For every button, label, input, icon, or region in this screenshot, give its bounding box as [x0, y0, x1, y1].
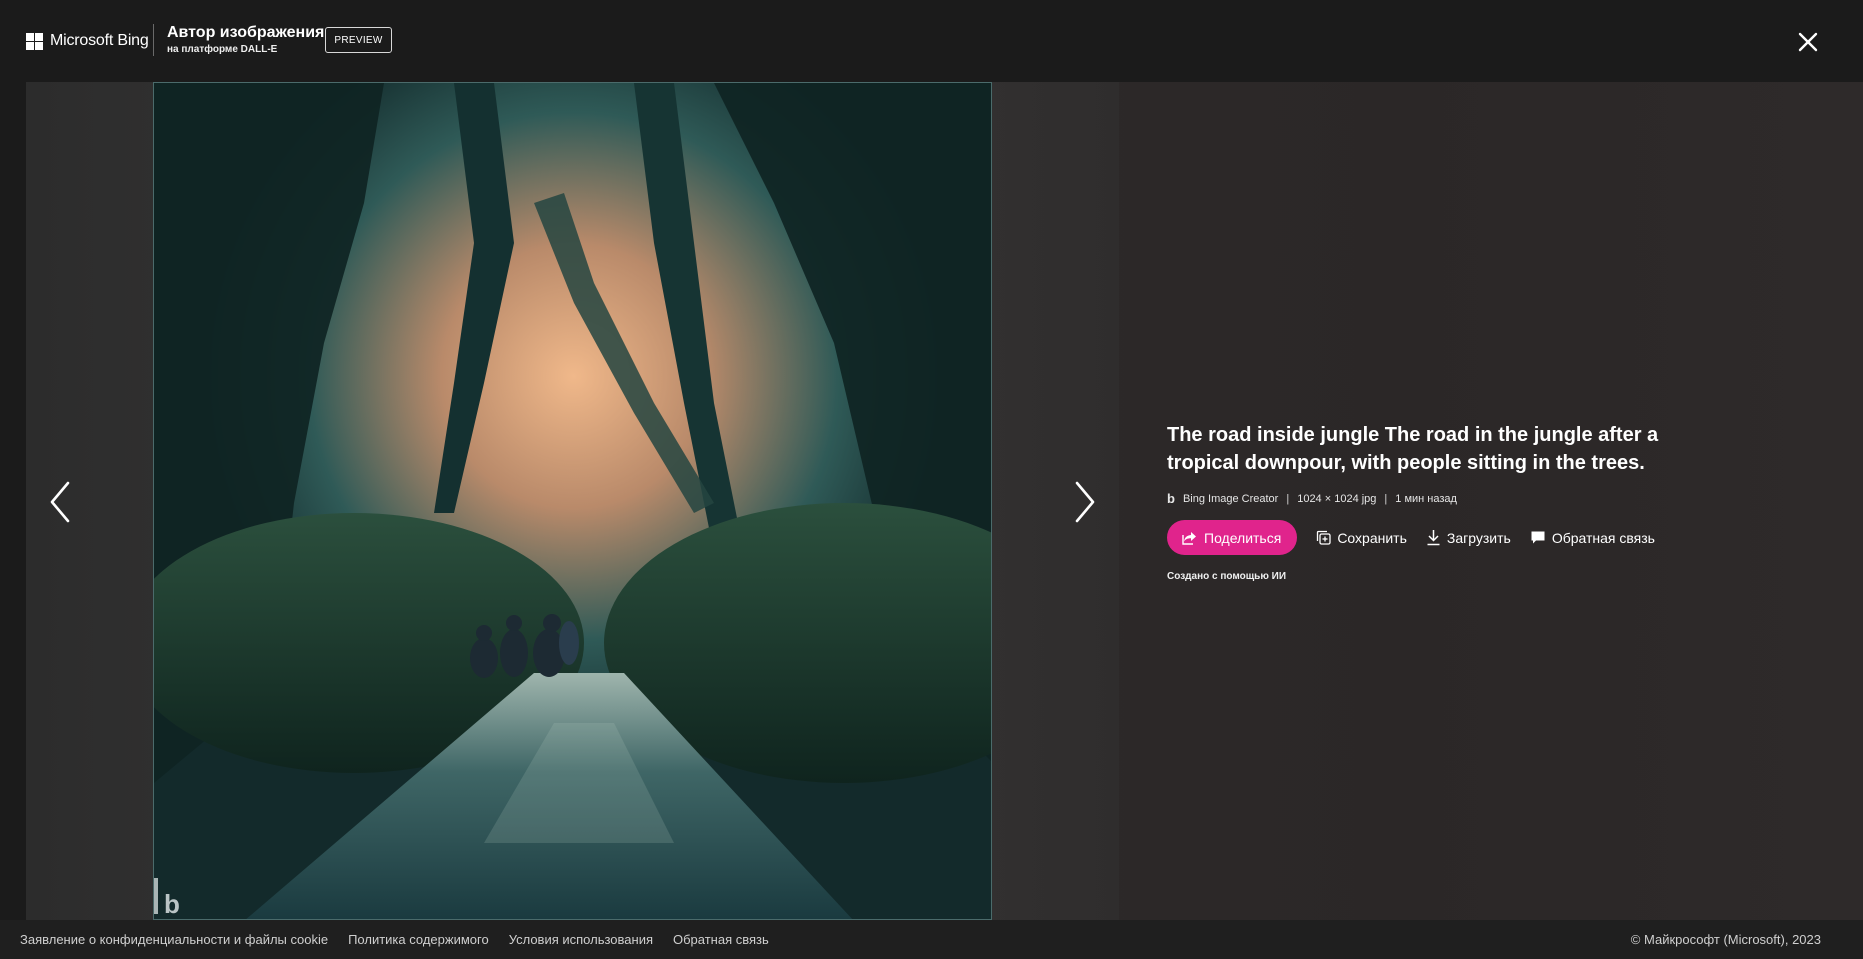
save-collection-icon [1317, 530, 1331, 545]
share-label: Поделиться [1204, 529, 1282, 546]
share-button[interactable]: Поделиться [1167, 520, 1298, 555]
feedback-label: Обратная связь [1551, 529, 1655, 546]
image-title: The road inside jungle The road in the j… [1167, 424, 1659, 474]
svg-text:b: b [164, 889, 180, 919]
next-image-button[interactable] [1069, 479, 1099, 525]
save-label: Сохранить [1337, 529, 1407, 546]
microsoft-bing-logo[interactable]: Microsoft Bing [26, 32, 149, 50]
ai-generated-note: Создано с помощью ИИ [1167, 571, 1287, 582]
jungle-road-image: b [154, 83, 991, 919]
header-divider [153, 24, 154, 56]
close-button[interactable] [1793, 27, 1823, 57]
image-details-panel: The road inside jungle The road in the j… [1167, 421, 1687, 582]
close-icon [1798, 32, 1818, 52]
feedback-icon [1531, 531, 1545, 544]
preview-badge: PREVIEW [325, 27, 392, 53]
meta-separator: | [1286, 492, 1290, 505]
download-label: Загрузить [1446, 529, 1511, 546]
feedback-button[interactable]: Обратная связь [1530, 530, 1655, 546]
product-subtitle: на платформе DALL-E [167, 44, 278, 55]
image-actions: Поделиться Сохранить Загрузить Обратная … [1167, 520, 1687, 555]
share-icon [1182, 531, 1196, 545]
header: Microsoft Bing Автор изображения на плат… [0, 0, 1863, 82]
footer-link-terms[interactable]: Условия использования [509, 932, 653, 947]
creator-name: Bing Image Creator [1182, 492, 1279, 505]
microsoft-logo-icon [26, 32, 43, 50]
download-icon [1427, 530, 1440, 546]
footer-link-privacy[interactable]: Заявление о конфиденциальности и файлы c… [20, 932, 328, 947]
chevron-right-icon [1075, 481, 1095, 523]
product-title-block[interactable]: Автор изображения на платформе DALL-E [167, 24, 324, 56]
download-button[interactable]: Загрузить [1426, 529, 1511, 546]
image-viewer-page: Microsoft Bing Автор изображения на плат… [0, 0, 1863, 959]
footer-link-content-policy[interactable]: Политика содержимого [348, 932, 489, 947]
previous-image-button[interactable] [46, 479, 76, 525]
footer-link-feedback[interactable]: Обратная связь [673, 932, 769, 947]
image-dimensions: 1024 × 1024 jpg [1297, 492, 1377, 505]
chevron-left-icon [50, 481, 70, 523]
footer: Заявление о конфиденциальности и файлы c… [0, 920, 1863, 959]
copyright: © Майкрософт (Microsoft), 2023 [1630, 932, 1821, 947]
created-time: 1 мин назад [1395, 492, 1457, 505]
product-title: Автор изображения [167, 24, 325, 41]
save-button[interactable]: Сохранить [1316, 530, 1407, 546]
image-meta: b Bing Image Creator | 1024 × 1024 jpg |… [1167, 491, 1687, 506]
meta-separator: | [1384, 492, 1388, 505]
generated-image[interactable]: b [153, 82, 992, 920]
brand-name: Microsoft Bing [50, 32, 149, 49]
bing-b-icon: b [1167, 491, 1175, 506]
